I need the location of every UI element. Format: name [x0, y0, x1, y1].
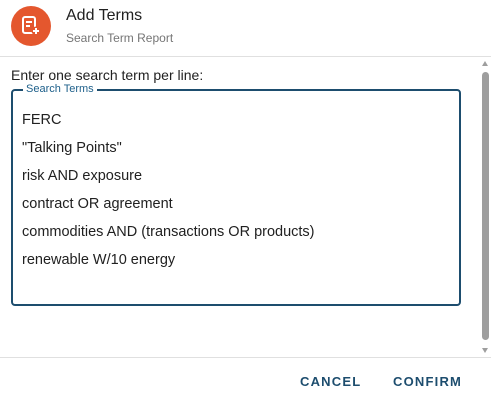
search-term-line: "Talking Points" [22, 140, 122, 156]
search-terms-list: FERC "Talking Points" risk AND exposure … [22, 110, 315, 278]
add-list-icon [11, 6, 51, 46]
confirm-button[interactable]: CONFIRM [393, 374, 462, 389]
dialog-subtitle: Search Term Report [66, 31, 174, 45]
dialog-title: Add Terms [66, 7, 143, 24]
search-terms-label: Search Terms [23, 82, 97, 96]
scrollbar-thumb[interactable] [482, 72, 489, 340]
dialog-header: Add Terms Search Term Report [0, 0, 491, 56]
header-divider [0, 56, 491, 57]
instructions-label: Enter one search term per line: [11, 67, 204, 83]
search-term-line: renewable W/10 energy [22, 252, 176, 268]
search-term-line: risk AND exposure [22, 168, 143, 184]
scroll-up-arrow-icon[interactable] [482, 61, 488, 66]
search-term-line: FERC [22, 112, 62, 128]
cancel-button[interactable]: CANCEL [300, 374, 361, 389]
footer-divider [0, 357, 491, 358]
dialog-scrollbar[interactable] [480, 58, 491, 356]
search-term-line: contract OR agreement [22, 196, 173, 212]
search-term-line: commodities AND (transactions OR product… [22, 224, 315, 240]
scroll-down-arrow-icon[interactable] [482, 348, 488, 353]
search-terms-textarea[interactable]: Search Terms FERC "Talking Points" risk … [11, 82, 461, 306]
